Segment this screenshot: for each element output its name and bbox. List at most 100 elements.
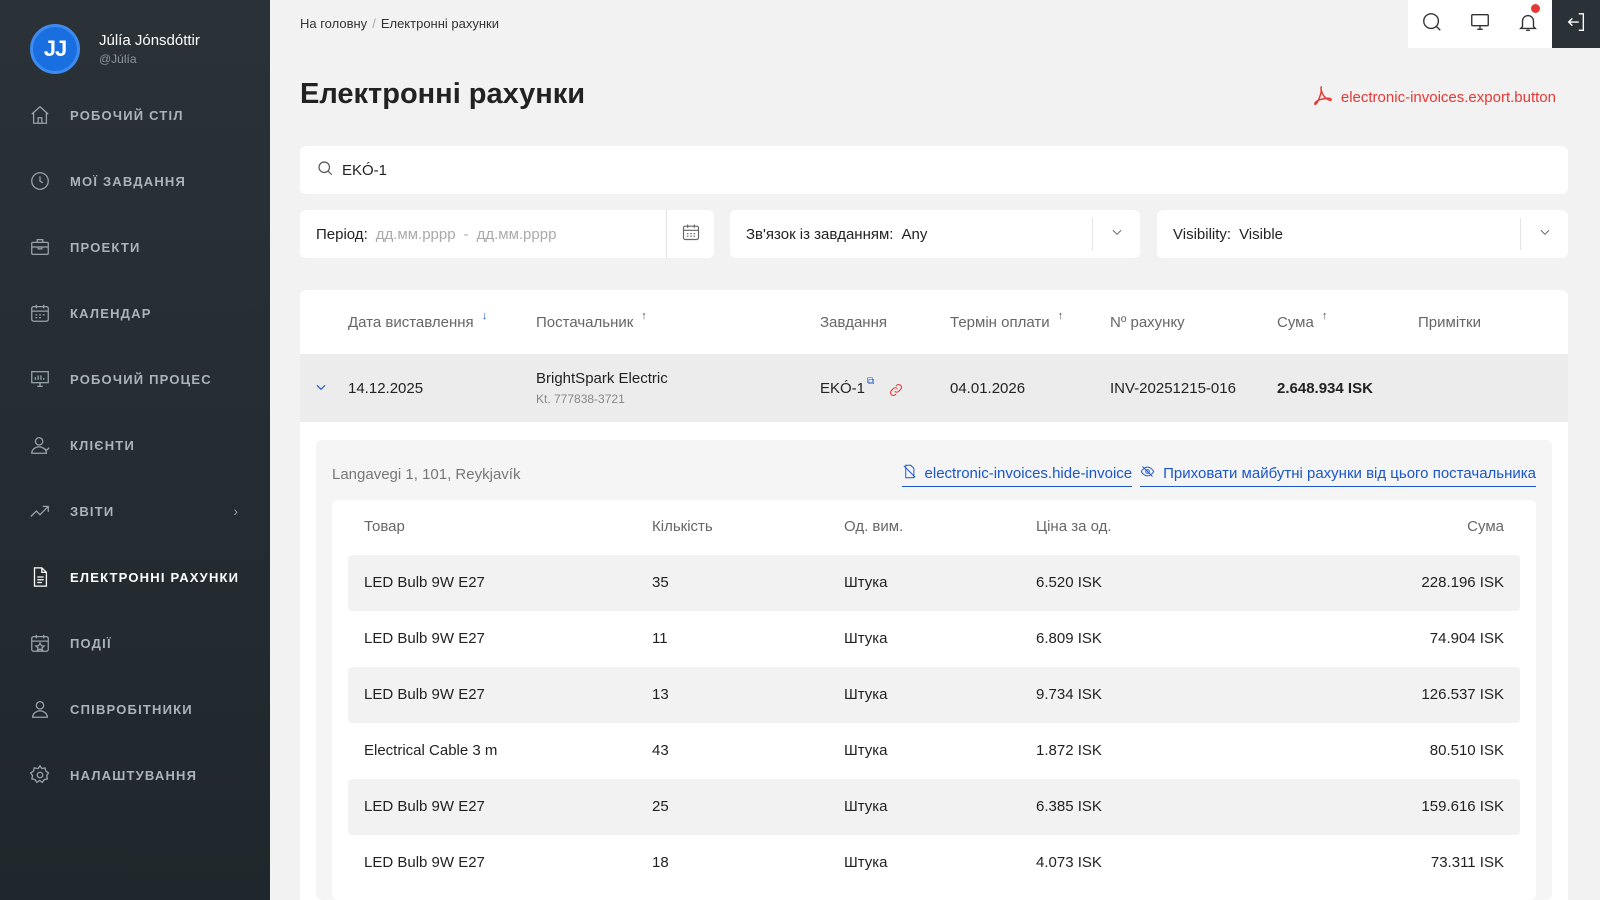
table-row[interactable]: 14.12.2025 BrightSpark Electric Kt. 7778… xyxy=(300,354,1568,422)
item-price: 9.734 ISK xyxy=(1036,686,1102,703)
breadcrumb-current: Електронні рахунки xyxy=(380,16,499,31)
sidebar-item-label: СПІВРОБІТНИКИ xyxy=(70,701,193,717)
hide-future-invoices-button[interactable]: Приховати майбутні рахунки від цього пос… xyxy=(1140,464,1536,487)
sidebar-item-workflow[interactable]: РОБОЧИЙ ПРОЦЕС xyxy=(0,346,270,412)
item-qty: 13 xyxy=(652,686,669,703)
logout-icon xyxy=(1565,11,1587,38)
sidebar-item-employees[interactable]: СПІВРОБІТНИКИ xyxy=(0,676,270,742)
visibility-label: Visibility: xyxy=(1173,225,1232,243)
avatar[interactable]: JJ xyxy=(30,24,80,74)
header-unit: Од. вим. xyxy=(844,518,904,535)
item-product: LED Bulb 9W E27 xyxy=(364,630,485,647)
search-icon xyxy=(1421,11,1443,38)
user-profile[interactable]: JJ Júlía Jónsdóttir @Júlía xyxy=(30,24,200,74)
chart-line-icon xyxy=(28,499,52,523)
header-sum[interactable]: Сума ↑ xyxy=(1277,310,1327,331)
home-icon xyxy=(28,103,52,127)
visibility-value[interactable]: Visible xyxy=(1239,226,1283,243)
list-item: Electrical Cable 3 m 43 Штука 1.872 ISK … xyxy=(348,723,1520,779)
line-items-header: Товар Кількість Од. вим. Ціна за од. Сум… xyxy=(332,518,1536,548)
period-to-input[interactable]: дд.мм.рррр xyxy=(477,226,557,243)
sidebar-item-dashboard[interactable]: РОБОЧИЙ СТІЛ xyxy=(0,82,270,148)
sidebar-nav: РОБОЧИЙ СТІЛ МОЇ ЗАВДАННЯ ПРОЕКТИ КАЛЕНД… xyxy=(0,82,270,808)
notifications-button[interactable] xyxy=(1504,0,1552,48)
item-qty: 11 xyxy=(652,630,668,647)
sidebar-item-electronic-invoices[interactable]: ЕЛЕКТРОННІ РАХУНКИ xyxy=(0,544,270,610)
header-date[interactable]: Дата виставлення ↓ xyxy=(348,310,487,331)
logout-button[interactable] xyxy=(1552,0,1600,48)
sidebar-item-label: МОЇ ЗАВДАННЯ xyxy=(70,173,187,189)
link-icon[interactable] xyxy=(874,380,904,400)
search-button[interactable] xyxy=(1408,0,1456,48)
chevron-down-icon[interactable] xyxy=(314,380,328,398)
sidebar-item-label: КЛІЄНТИ xyxy=(70,437,135,453)
sidebar-item-events[interactable]: ПОДІЇ xyxy=(0,610,270,676)
task-link-dropdown[interactable] xyxy=(1092,218,1140,250)
item-product: LED Bulb 9W E27 xyxy=(364,574,485,591)
row-task: EKÓ-1 ⧉ xyxy=(820,376,904,400)
breadcrumb-separator: / xyxy=(372,16,376,31)
export-button[interactable]: electronic-invoices.export.button xyxy=(1311,84,1556,110)
header-supplier[interactable]: Постачальник ↑ xyxy=(536,310,647,331)
list-item: LED Bulb 9W E27 13 Штука 9.734 ISK 126.5… xyxy=(348,667,1520,723)
sidebar-item-projects[interactable]: ПРОЕКТИ xyxy=(0,214,270,280)
document-off-icon xyxy=(902,464,925,483)
list-item: LED Bulb 9W E27 35 Штука 6.520 ISK 228.1… xyxy=(348,555,1520,611)
header-price: Ціна за од. xyxy=(1036,518,1112,535)
invoice-detail: Langavegi 1, 101, Reykjavík electronic-i… xyxy=(316,440,1552,900)
chevron-right-icon[interactable]: › xyxy=(233,503,238,519)
sort-asc-icon: ↑ xyxy=(641,310,647,322)
list-item: LED Bulb 9W E27 11 Штука 6.809 ISK 74.90… xyxy=(348,611,1520,667)
external-link-icon[interactable]: ⧉ xyxy=(867,376,874,387)
visibility-filter[interactable]: Visibility: Visible xyxy=(1157,210,1568,258)
header-line-sum: Сума xyxy=(1467,518,1504,535)
item-sum: 126.537 ISK xyxy=(1421,686,1504,703)
header-supplier-label: Постачальник xyxy=(536,314,634,331)
search-input[interactable] xyxy=(342,161,1542,179)
sidebar-item-settings[interactable]: НАЛАШТУВАННЯ xyxy=(0,742,270,808)
row-number: INV-20251215-016 xyxy=(1110,380,1236,397)
top-toolbar xyxy=(1408,0,1552,48)
sidebar-item-label: НАЛАШТУВАННЯ xyxy=(70,767,198,783)
item-sum: 228.196 ISK xyxy=(1421,574,1504,591)
task-link[interactable]: EKÓ-1 xyxy=(820,380,865,397)
display-button[interactable] xyxy=(1456,0,1504,48)
sidebar-item-label: ЗВІТИ xyxy=(70,503,115,519)
sidebar-item-clients[interactable]: КЛІЄНТИ xyxy=(0,412,270,478)
clock-icon xyxy=(28,169,52,193)
calendar-button[interactable] xyxy=(666,210,714,258)
header-notes: Примітки xyxy=(1418,314,1481,331)
sort-asc-icon: ↑ xyxy=(1321,310,1328,322)
task-link-filter[interactable]: Зв'язок із завданням: Any xyxy=(730,210,1140,258)
sidebar-item-calendar[interactable]: КАЛЕНДАР xyxy=(0,280,270,346)
row-due: 04.01.2026 xyxy=(950,380,1026,397)
supplier-kt: Kt. 777838-3721 xyxy=(536,392,625,406)
list-item: LED Bulb 9W E27 25 Штука 6.385 ISK 159.6… xyxy=(348,779,1520,835)
bell-icon xyxy=(1517,11,1539,38)
header-sum-label: Сума xyxy=(1277,314,1314,331)
item-sum: 159.616 ISK xyxy=(1421,798,1504,815)
user-icon xyxy=(28,433,52,457)
header-number: Nº рахунку xyxy=(1110,314,1185,331)
task-link-value[interactable]: Any xyxy=(901,226,927,243)
breadcrumb: На головну / Електронні рахунки xyxy=(300,16,499,31)
briefcase-icon xyxy=(28,235,52,259)
header-due[interactable]: Термін оплати ↑ xyxy=(950,310,1063,331)
breadcrumb-home[interactable]: На головну xyxy=(300,16,367,31)
calendar-icon xyxy=(28,301,52,325)
period-filter[interactable]: Період: дд.мм.рррр - дд.мм.рррр xyxy=(300,210,714,258)
item-sum: 74.904 ISK xyxy=(1429,630,1504,647)
search-bar[interactable] xyxy=(300,146,1568,194)
sidebar-item-my-tasks[interactable]: МОЇ ЗАВДАННЯ xyxy=(0,148,270,214)
period-from-input[interactable]: дд.мм.рррр xyxy=(376,226,456,243)
chevron-down-icon xyxy=(1110,225,1124,243)
item-sum: 80.510 ISK xyxy=(1429,742,1504,759)
sort-desc-icon: ↓ xyxy=(481,310,488,322)
sidebar-item-reports[interactable]: ЗВІТИ › xyxy=(0,478,270,544)
list-item: LED Bulb 9W E27 18 Штука 4.073 ISK 73.31… xyxy=(348,835,1520,891)
row-sum: 2.648.934 ISK xyxy=(1277,380,1373,397)
item-price: 6.809 ISK xyxy=(1036,630,1102,647)
item-product: LED Bulb 9W E27 xyxy=(364,854,485,871)
hide-invoice-button[interactable]: electronic-invoices.hide-invoice xyxy=(901,464,1133,487)
visibility-dropdown[interactable] xyxy=(1520,218,1568,250)
